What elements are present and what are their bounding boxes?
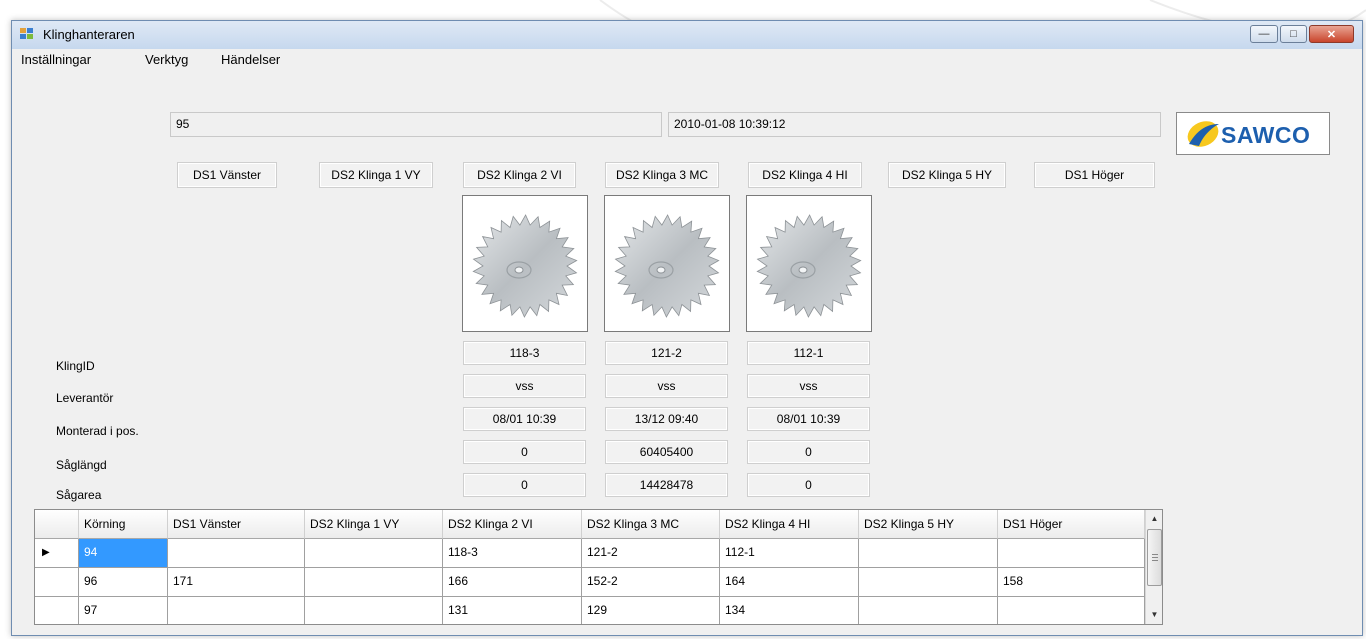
grid-corner-header <box>35 510 79 539</box>
position-header-klinga-4: DS2 Klinga 4 HI <box>748 162 862 188</box>
label-saglangd: Såglängd <box>56 458 107 472</box>
grid-cell[interactable]: 129 <box>582 597 720 624</box>
monterad-value-klinga-3: 13/12 09:40 <box>605 407 728 431</box>
label-monterad: Monterad i pos. <box>56 424 139 438</box>
saglangd-value-klinga-4: 0 <box>747 440 870 464</box>
grid-column-header[interactable]: DS2 Klinga 4 HI <box>720 510 859 539</box>
grid-cell[interactable] <box>168 597 305 624</box>
grid-cell[interactable] <box>859 568 998 597</box>
menu-bar: Inställningar Verktyg Händelser <box>12 49 1362 71</box>
saglangd-value-klinga-3: 60405400 <box>605 440 728 464</box>
minimize-icon: — <box>1258 28 1270 40</box>
title-bar: Klinghanteraren — □ ✕ <box>12 21 1362 49</box>
grid-cell[interactable]: 97 <box>79 597 168 624</box>
app-icon <box>20 28 36 42</box>
run-number-field: 95 <box>170 112 662 137</box>
label-sagarea: Sågarea <box>56 488 102 502</box>
position-header-ds1-vanster: DS1 Vänster <box>177 162 277 188</box>
klingid-value-klinga-4: 112-1 <box>747 341 870 365</box>
saw-blade-icon <box>472 214 578 318</box>
grid-cell[interactable]: 171 <box>168 568 305 597</box>
grid-cell[interactable]: 152-2 <box>582 568 720 597</box>
grid-row-header[interactable] <box>35 597 79 624</box>
grid-column-header[interactable]: Körning <box>79 510 168 539</box>
menu-installningar[interactable]: Inställningar <box>21 52 91 67</box>
grid-row-header[interactable] <box>35 568 79 597</box>
sawco-logo: SAWCO <box>1176 112 1330 155</box>
saw-blade-icon <box>756 214 862 318</box>
blade-image-klinga-4[interactable] <box>746 195 872 332</box>
grid-column-header[interactable]: DS1 Vänster <box>168 510 305 539</box>
blade-image-klinga-2[interactable] <box>462 195 588 332</box>
position-header-klinga-3: DS2 Klinga 3 MC <box>605 162 719 188</box>
saglangd-value-klinga-2: 0 <box>463 440 586 464</box>
grid-cell[interactable] <box>998 597 1145 624</box>
blade-image-klinga-3[interactable] <box>604 195 730 332</box>
grid-cell[interactable]: 131 <box>443 597 582 624</box>
position-header-klinga-5: DS2 Klinga 5 HY <box>888 162 1006 188</box>
grid-column-header[interactable]: DS2 Klinga 3 MC <box>582 510 720 539</box>
grid-cell[interactable] <box>305 568 443 597</box>
monterad-value-klinga-2: 08/01 10:39 <box>463 407 586 431</box>
grid-cell[interactable] <box>305 539 443 568</box>
grid-cell[interactable]: 118-3 <box>443 539 582 568</box>
grid-column-header[interactable]: DS2 Klinga 5 HY <box>859 510 998 539</box>
grid-column-header[interactable]: DS2 Klinga 2 VI <box>443 510 582 539</box>
grid-cell[interactable]: 96 <box>79 568 168 597</box>
grid-column-header[interactable]: DS1 Höger <box>998 510 1145 539</box>
grid-cell[interactable] <box>168 539 305 568</box>
sagarea-value-klinga-4: 0 <box>747 473 870 497</box>
monterad-value-klinga-4: 08/01 10:39 <box>747 407 870 431</box>
datetime-field: 2010-01-08 10:39:12 <box>668 112 1161 137</box>
grid-cell[interactable] <box>859 597 998 624</box>
leverantor-value-klinga-3: vss <box>605 374 728 398</box>
logo-text: SAWCO <box>1221 122 1311 148</box>
scroll-down-icon[interactable]: ▼ <box>1146 606 1162 623</box>
grid-cell[interactable] <box>305 597 443 624</box>
maximize-button[interactable]: □ <box>1280 25 1307 43</box>
history-grid[interactable]: Körning DS1 Vänster DS2 Klinga 1 VY DS2 … <box>34 509 1163 625</box>
klingid-value-klinga-3: 121-2 <box>605 341 728 365</box>
grid-cell[interactable]: 164 <box>720 568 859 597</box>
grid-vertical-scrollbar[interactable]: ▲ ▼ <box>1145 510 1162 624</box>
label-klingid: KlingID <box>56 359 95 373</box>
app-window: Klinghanteraren — □ ✕ Inställningar Verk… <box>11 20 1363 636</box>
grid-cell[interactable] <box>998 539 1145 568</box>
grid-column-header[interactable]: DS2 Klinga 1 VY <box>305 510 443 539</box>
scroll-up-icon[interactable]: ▲ <box>1146 510 1162 527</box>
sawco-swoosh-icon <box>1187 121 1219 147</box>
grid-cell[interactable] <box>859 539 998 568</box>
grid-cell[interactable]: 166 <box>443 568 582 597</box>
menu-handelser[interactable]: Händelser <box>221 52 280 67</box>
window-title: Klinghanteraren <box>43 27 135 42</box>
position-header-ds1-hoger: DS1 Höger <box>1034 162 1155 188</box>
close-button[interactable]: ✕ <box>1309 25 1354 43</box>
leverantor-value-klinga-2: vss <box>463 374 586 398</box>
grid-row-header[interactable]: ▶ <box>35 539 79 568</box>
maximize-icon: □ <box>1290 28 1297 40</box>
saw-blade-icon <box>614 214 720 318</box>
grid-cell[interactable]: 121-2 <box>582 539 720 568</box>
position-header-klinga-2: DS2 Klinga 2 VI <box>463 162 576 188</box>
sagarea-value-klinga-3: 14428478 <box>605 473 728 497</box>
current-row-arrow-icon: ▶ <box>42 547 50 558</box>
menu-verktyg[interactable]: Verktyg <box>145 52 188 67</box>
close-icon: ✕ <box>1326 28 1337 41</box>
grid-cell[interactable]: 112-1 <box>720 539 859 568</box>
klingid-value-klinga-2: 118-3 <box>463 341 586 365</box>
sagarea-value-klinga-2: 0 <box>463 473 586 497</box>
position-header-klinga-1: DS2 Klinga 1 VY <box>319 162 433 188</box>
grid-cell[interactable]: 134 <box>720 597 859 624</box>
label-leverantor: Leverantör <box>56 391 114 405</box>
minimize-button[interactable]: — <box>1250 25 1278 43</box>
scrollbar-thumb[interactable] <box>1147 529 1162 586</box>
grid-cell[interactable]: 94 <box>79 539 168 568</box>
grid-cell[interactable]: 158 <box>998 568 1145 597</box>
leverantor-value-klinga-4: vss <box>747 374 870 398</box>
